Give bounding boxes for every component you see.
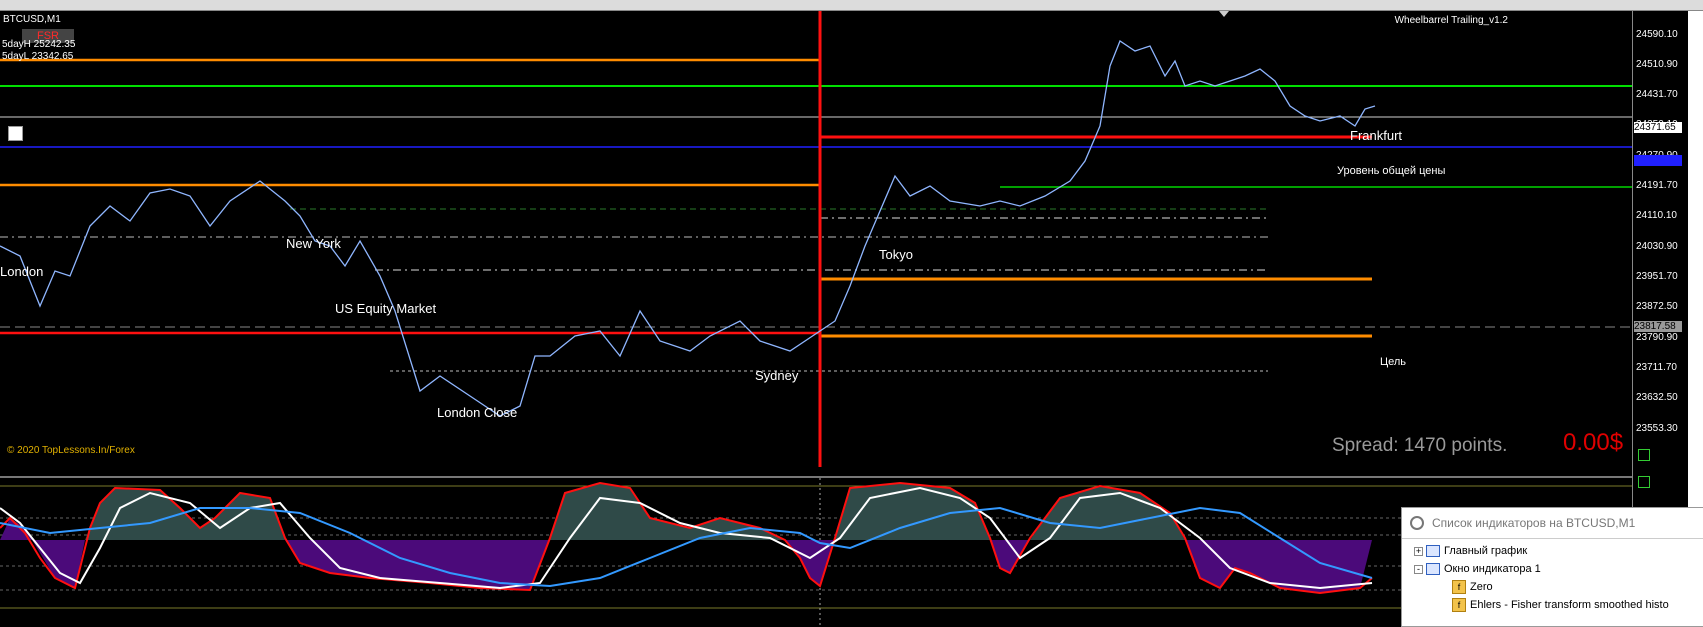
dialog-title: Список индикаторов на BTCUSD,M1 (1432, 516, 1636, 530)
tree-item-main-chart[interactable]: + Главный график (1414, 543, 1527, 559)
copyright-text: © 2020 TopLessons.In/Forex (7, 445, 135, 456)
spread-text: Spread: 1470 points. (1332, 435, 1508, 456)
price-tick: 24590.10 (1636, 29, 1678, 40)
app-icon (1410, 516, 1424, 530)
current-price-tag: 24371.65 (1634, 122, 1682, 133)
price-tick: 24510.90 (1636, 59, 1678, 70)
expand-icon[interactable]: + (1414, 546, 1423, 556)
indicator-subwindow[interactable] (0, 476, 1632, 627)
price-tick: 23632.50 (1636, 392, 1678, 403)
line-price-tag: 23817.58 (1634, 321, 1682, 332)
session-sydney: Sydney (755, 368, 799, 383)
tree-item-zero[interactable]: f Zero (1452, 579, 1493, 595)
subwindow-icon[interactable] (1638, 476, 1650, 488)
tree-item-ehlers[interactable]: f Ehlers - Fisher transform smoothed hist… (1452, 597, 1669, 613)
checkbox-button[interactable] (8, 126, 23, 141)
price-tick: 23872.50 (1636, 301, 1678, 312)
chart-icon (1426, 545, 1440, 558)
price-tick: 24431.70 (1636, 89, 1678, 100)
blue-level-tag (1634, 155, 1682, 166)
collapse-icon[interactable]: - (1414, 564, 1423, 574)
price-tick: 23951.70 (1636, 271, 1678, 282)
price-tick: 23553.30 (1636, 423, 1678, 434)
session-london: London (0, 264, 44, 279)
shift-marker-icon[interactable] (1219, 11, 1229, 17)
chart-window[interactable]: BTCUSD,M1 FSR 5dayH 25242.35 5dayL 23342… (0, 11, 1632, 625)
symbol-label: BTCUSD,M1 (3, 14, 61, 25)
expert-advisor-label: Wheelbarrel Trailing_v1.2 (1394, 15, 1508, 26)
session-frankfurt: Frankfurt (1350, 128, 1403, 143)
price-tick: 24110.10 (1636, 210, 1677, 221)
session-us-equity: US Equity Market (335, 301, 437, 316)
chart-icon (1426, 563, 1440, 576)
toolbar-strip (0, 0, 1703, 11)
main-price-chart[interactable]: BTCUSD,M1 FSR 5dayH 25242.35 5dayL 23342… (0, 11, 1632, 467)
price-tick: 24030.90 (1636, 241, 1678, 252)
price-tick: 23711.70 (1636, 362, 1677, 373)
profit-text: 0.00$ (1563, 429, 1624, 456)
session-tokyo: Tokyo (879, 247, 913, 262)
tree-item-indicator-window[interactable]: - Окно индикатора 1 (1414, 561, 1541, 577)
indicator-icon: f (1452, 580, 1466, 595)
five-day-low: 5dayL 23342.65 (2, 51, 74, 62)
indicator-canvas (0, 478, 1632, 625)
dialog-title-bar[interactable]: Список индикаторов на BTCUSD,M1 (1402, 508, 1703, 539)
subwindow-icon[interactable] (1638, 449, 1650, 461)
indicator-icon: f (1452, 598, 1466, 613)
common-price-label: Уровень общей цены (1337, 165, 1446, 177)
session-london-close: London Close (437, 405, 518, 420)
indicator-tree[interactable]: + Главный график - Окно индикатора 1 f Zero… (1402, 539, 1703, 626)
price-tick: 24191.70 (1636, 180, 1678, 191)
target-label: Цель (1380, 356, 1407, 368)
session-new-york: New York (286, 236, 341, 251)
indicator-list-dialog[interactable]: Список индикаторов на BTCUSD,M1 + Главный… (1401, 507, 1703, 627)
five-day-high: 5dayH 25242.35 (2, 39, 76, 50)
price-tick: 23790.90 (1636, 332, 1678, 343)
price-chart-canvas (0, 11, 1632, 467)
